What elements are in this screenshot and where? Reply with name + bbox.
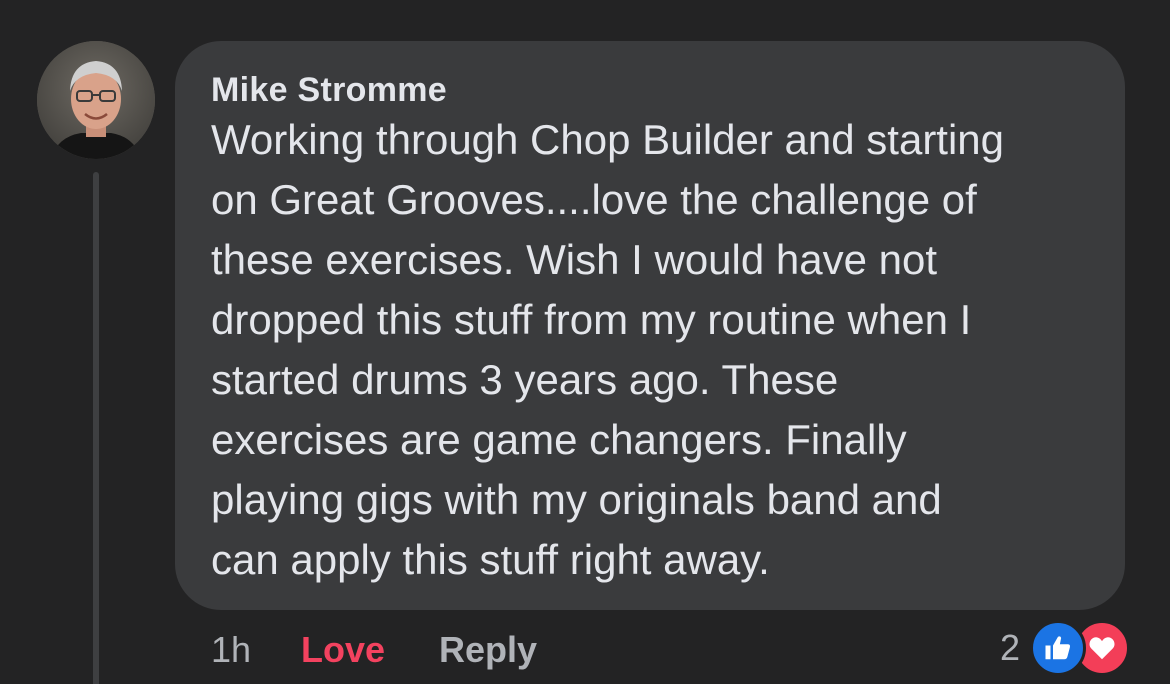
reply-button[interactable]: Reply — [439, 624, 537, 676]
thread-line — [93, 172, 99, 684]
reaction-summary[interactable]: 2 — [1000, 620, 1131, 676]
avatar-photo — [37, 41, 155, 159]
like-icon — [1030, 620, 1087, 676]
avatar[interactable] — [37, 41, 155, 159]
comment-bubble: Mike Stromme Working through Chop Builde… — [175, 41, 1125, 610]
love-reaction-button[interactable]: Love — [301, 624, 385, 676]
comment-text: Working through Chop Builder and startin… — [211, 116, 1005, 583]
comment-author[interactable]: Mike Stromme — [211, 70, 1095, 110]
reaction-count: 2 — [1000, 627, 1021, 668]
comment-timestamp[interactable]: 1h — [211, 624, 251, 676]
